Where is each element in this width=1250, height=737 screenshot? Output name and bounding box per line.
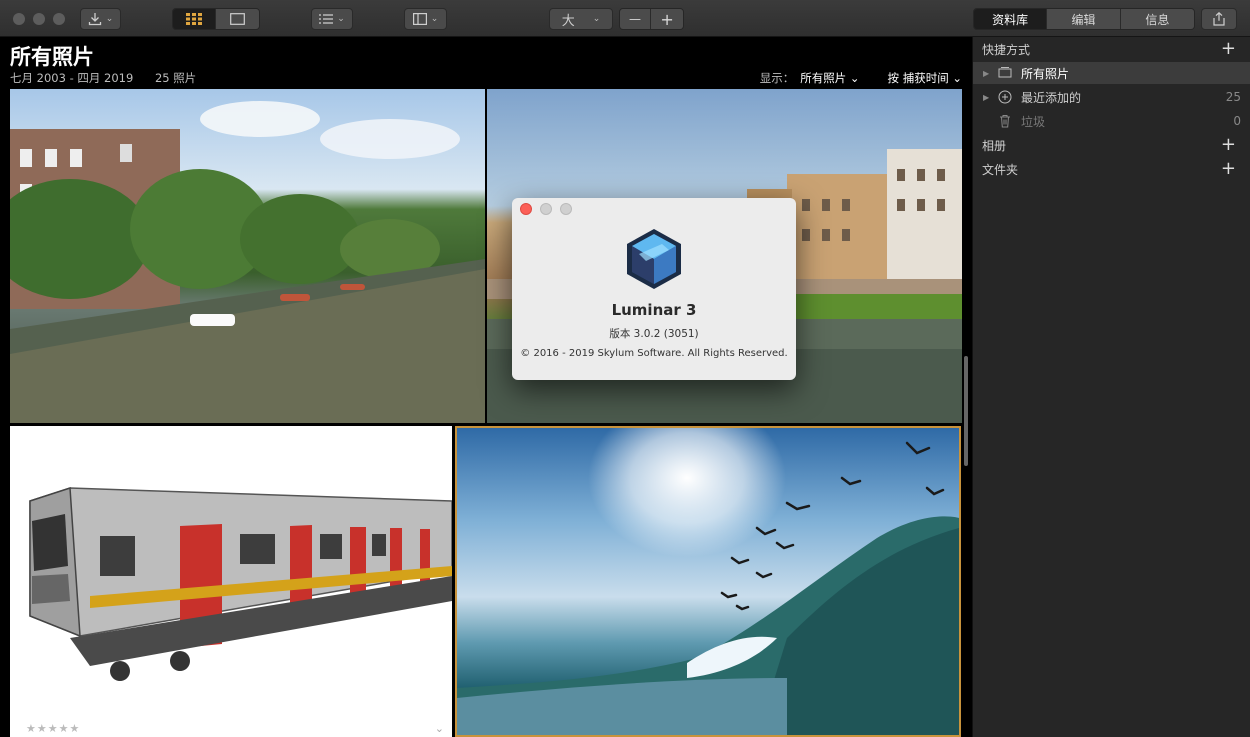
- window-zoom-button[interactable]: [53, 13, 65, 25]
- photo-count: 25 照片: [154, 71, 197, 85]
- sidebar-item-recently-added[interactable]: ▶ 最近添加的 25: [973, 86, 1250, 108]
- dialog-titlebar: [512, 198, 796, 220]
- sidebar-item-label: 所有照片: [1021, 66, 1070, 81]
- chevron-down-icon: ⌄: [952, 71, 962, 85]
- sidebar-item-label: 最近添加的: [1021, 90, 1082, 105]
- zoom-out-button[interactable]: —: [620, 9, 652, 29]
- download-icon: [88, 13, 101, 26]
- date-range: 七月 2003 - 四月 2019: [10, 71, 134, 85]
- module-tabs: 资料库 编辑 信息: [973, 8, 1195, 30]
- dialog-version: 版本 3.0.2 (3051): [609, 328, 699, 340]
- show-filter-label: 显示：: [759, 71, 795, 85]
- ocean-wave-image: [457, 441, 959, 735]
- chevron-down-icon: ⌄: [430, 14, 439, 24]
- grid-icon: [186, 13, 202, 25]
- dialog-copyright: © 2016 - 2019 Skylum Software. All Right…: [520, 348, 788, 359]
- sidebar-layout-icon: [412, 13, 427, 25]
- single-view-button[interactable]: [216, 9, 259, 29]
- show-filter-value: 所有照片: [800, 71, 847, 85]
- item-count: 0: [1233, 114, 1241, 128]
- chevron-down-icon: ⌄: [592, 14, 601, 24]
- import-button[interactable]: ⌄: [80, 8, 121, 30]
- add-circle-icon: [998, 90, 1012, 104]
- chevron-down-icon: ⌄: [849, 71, 860, 85]
- chevron-down-icon[interactable]: ⌄: [435, 722, 444, 735]
- gallery-subtitle: 七月 2003 - 四月 2019 25 照片: [10, 70, 196, 86]
- view-mode-toggle: [172, 8, 260, 30]
- show-filter-select[interactable]: 所有照片 ⌄: [800, 70, 859, 86]
- rating-stars[interactable]: ★★★★★: [26, 722, 80, 735]
- photo-stack-icon: [998, 66, 1012, 80]
- share-icon: [1213, 12, 1225, 26]
- about-dialog: Luminar 3 版本 3.0.2 (3051) © 2016 - 2019 …: [512, 198, 796, 380]
- gallery-scrollbar[interactable]: [964, 356, 968, 466]
- tab-edit[interactable]: 编辑: [1047, 9, 1121, 29]
- photo-thumbnail-wave[interactable]: [455, 426, 961, 737]
- sort-menu-button[interactable]: ⌄: [311, 8, 353, 30]
- dialog-close-button[interactable]: [520, 203, 532, 215]
- disclosure-triangle-icon[interactable]: ▶: [983, 93, 989, 102]
- chevron-down-icon: ⌄: [105, 14, 114, 24]
- add-folder-button[interactable]: +: [1221, 160, 1236, 178]
- share-button[interactable]: [1201, 8, 1237, 30]
- item-count: 25: [1225, 90, 1241, 104]
- library-sidebar: 快捷方式 + ▶ 所有照片 ▶ 最近添加的 25 垃圾 0 相册 + 文件夹 +: [972, 37, 1250, 737]
- add-shortcut-button[interactable]: +: [1221, 40, 1236, 58]
- window-minimize-button[interactable]: [33, 13, 45, 25]
- list-icon: [319, 14, 334, 24]
- canal-scene-image: [10, 101, 485, 423]
- gallery: 所有照片 七月 2003 - 四月 2019 25 照片 显示： 所有照片 ⌄ …: [0, 37, 972, 737]
- layout-menu-button[interactable]: ⌄: [404, 8, 447, 30]
- luminar-app-icon: [627, 229, 681, 289]
- sort-value: 按 捕获时间: [887, 71, 949, 85]
- photo-thumbnail-canal[interactable]: [10, 89, 485, 423]
- zoom-controls: — +: [619, 8, 684, 30]
- thumbnail-size-select[interactable]: 大 ⌄: [549, 8, 613, 30]
- sidebar-item-all-photos[interactable]: ▶ 所有照片: [973, 62, 1250, 84]
- shortcuts-section-title: 快捷方式: [982, 43, 1031, 57]
- tab-info[interactable]: 信息: [1120, 9, 1194, 29]
- toolbar: ⌄ ⌄ ⌄ 大 ⌄ — + 资料库 编辑 信息: [0, 0, 1250, 37]
- dialog-app-name: Luminar 3: [611, 301, 697, 319]
- add-album-button[interactable]: +: [1221, 136, 1236, 154]
- gallery-filters: 显示： 所有照片 ⌄ 按 捕获时间 ⌄: [760, 70, 962, 86]
- single-image-icon: [230, 13, 245, 25]
- dialog-minimize-button: [540, 203, 552, 215]
- dialog-zoom-button: [560, 203, 572, 215]
- sort-select[interactable]: 按 捕获时间 ⌄: [888, 70, 962, 86]
- page-title: 所有照片: [10, 45, 94, 69]
- albums-section-title: 相册: [982, 139, 1007, 153]
- photo-thumbnail-train[interactable]: ★★★★★ ⌄: [10, 426, 452, 737]
- disclosure-triangle-icon[interactable]: ▶: [983, 69, 989, 78]
- subway-train-image: [29, 486, 452, 681]
- tab-library[interactable]: 资料库: [974, 9, 1048, 29]
- sidebar-item-trash[interactable]: 垃圾 0: [973, 110, 1250, 132]
- trash-icon: [998, 114, 1012, 128]
- window-close-button[interactable]: [13, 13, 25, 25]
- folders-section-title: 文件夹: [982, 163, 1019, 177]
- gallery-view-button[interactable]: [173, 9, 217, 29]
- sidebar-item-label: 垃圾: [1021, 114, 1046, 129]
- chevron-down-icon: ⌄: [337, 14, 345, 24]
- thumbnail-size-value: 大: [561, 13, 575, 29]
- zoom-in-button[interactable]: +: [651, 9, 683, 29]
